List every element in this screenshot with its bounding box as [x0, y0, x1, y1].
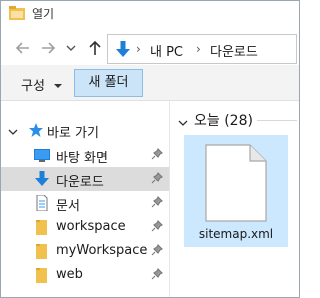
up-button[interactable] — [85, 38, 105, 58]
navigation-pane: 바로 가기 바탕 화면 다운로드 문서 workspace myWorkspac… — [1, 101, 169, 297]
breadcrumb-this-pc[interactable]: 내 PC — [150, 41, 183, 60]
sidebar-item-documents[interactable]: 문서 — [1, 191, 169, 215]
breadcrumb-downloads[interactable]: 다운로드 — [210, 41, 258, 60]
sidebar-item-label: myWorkspace — [56, 243, 148, 258]
pin-icon[interactable] — [151, 148, 163, 163]
command-bar: 구성 새 폴더 — [1, 65, 299, 101]
sidebar-item-label: 바탕 화면 — [56, 151, 108, 166]
sidebar-item-label: 다운로드 — [56, 175, 104, 190]
sidebar-item-desktop[interactable]: 바탕 화면 — [1, 143, 169, 167]
arrow-right-icon — [42, 42, 56, 54]
chevron-down-icon — [66, 45, 76, 51]
file-list: 오늘 (28) sitemap.xml — [170, 101, 299, 297]
organize-button[interactable]: 구성 — [21, 75, 63, 94]
sidebar-item-myworkspace[interactable]: myWorkspace — [1, 239, 169, 263]
arrow-up-icon — [89, 40, 101, 55]
navigation-bar: › 내 PC › 다운로드 — [1, 31, 299, 65]
folder-icon — [34, 219, 50, 235]
sidebar-item-label: web — [56, 267, 83, 282]
chevron-down-icon[interactable] — [178, 116, 188, 130]
folder-icon — [9, 6, 25, 20]
pin-icon[interactable] — [151, 268, 163, 283]
breadcrumb-separator: › — [196, 42, 201, 56]
star-icon — [28, 122, 44, 141]
caret-down-icon — [54, 84, 63, 88]
group-divider — [257, 120, 297, 121]
group-label: 오늘 (28) — [194, 113, 253, 129]
organize-label: 구성 — [21, 79, 45, 94]
folder-icon — [34, 267, 50, 283]
breadcrumb-separator: › — [136, 42, 141, 56]
address-bar[interactable]: › 내 PC › 다운로드 — [107, 34, 297, 64]
folder-icon — [34, 243, 50, 259]
document-icon — [34, 194, 50, 212]
quick-access-node[interactable]: 바로 가기 — [1, 119, 169, 141]
sidebar-item-downloads[interactable]: 다운로드 — [1, 167, 169, 191]
file-name: sitemap.xml — [198, 227, 274, 241]
chevron-down-icon[interactable] — [8, 125, 18, 139]
sidebar-item-label: 문서 — [56, 199, 80, 214]
back-button[interactable] — [13, 38, 33, 58]
recent-locations-button[interactable] — [64, 38, 78, 58]
sidebar-item-web[interactable]: web — [1, 263, 169, 287]
arrow-left-icon — [15, 42, 29, 54]
download-icon — [34, 171, 50, 187]
sidebar-item-label: workspace — [56, 219, 126, 234]
new-folder-button[interactable]: 새 폴더 — [74, 69, 143, 97]
open-file-dialog: 열기 › 내 PC › 다운로드 구성 새 폴더 바로 가기 바탕 화면 다운로… — [0, 0, 300, 298]
window-title: 열기 — [32, 7, 55, 21]
quick-access-label: 바로 가기 — [47, 126, 99, 141]
sidebar-item-workspace[interactable]: workspace — [1, 215, 169, 239]
download-icon — [115, 41, 131, 62]
title-bar: 열기 — [1, 1, 299, 25]
desktop-icon — [34, 147, 50, 163]
pin-icon[interactable] — [151, 172, 163, 187]
pin-icon[interactable] — [151, 244, 163, 259]
pin-icon[interactable] — [151, 196, 163, 211]
file-icon — [204, 143, 268, 226]
forward-button[interactable] — [38, 38, 58, 58]
pin-icon[interactable] — [151, 220, 163, 235]
file-item[interactable]: sitemap.xml — [184, 135, 288, 247]
